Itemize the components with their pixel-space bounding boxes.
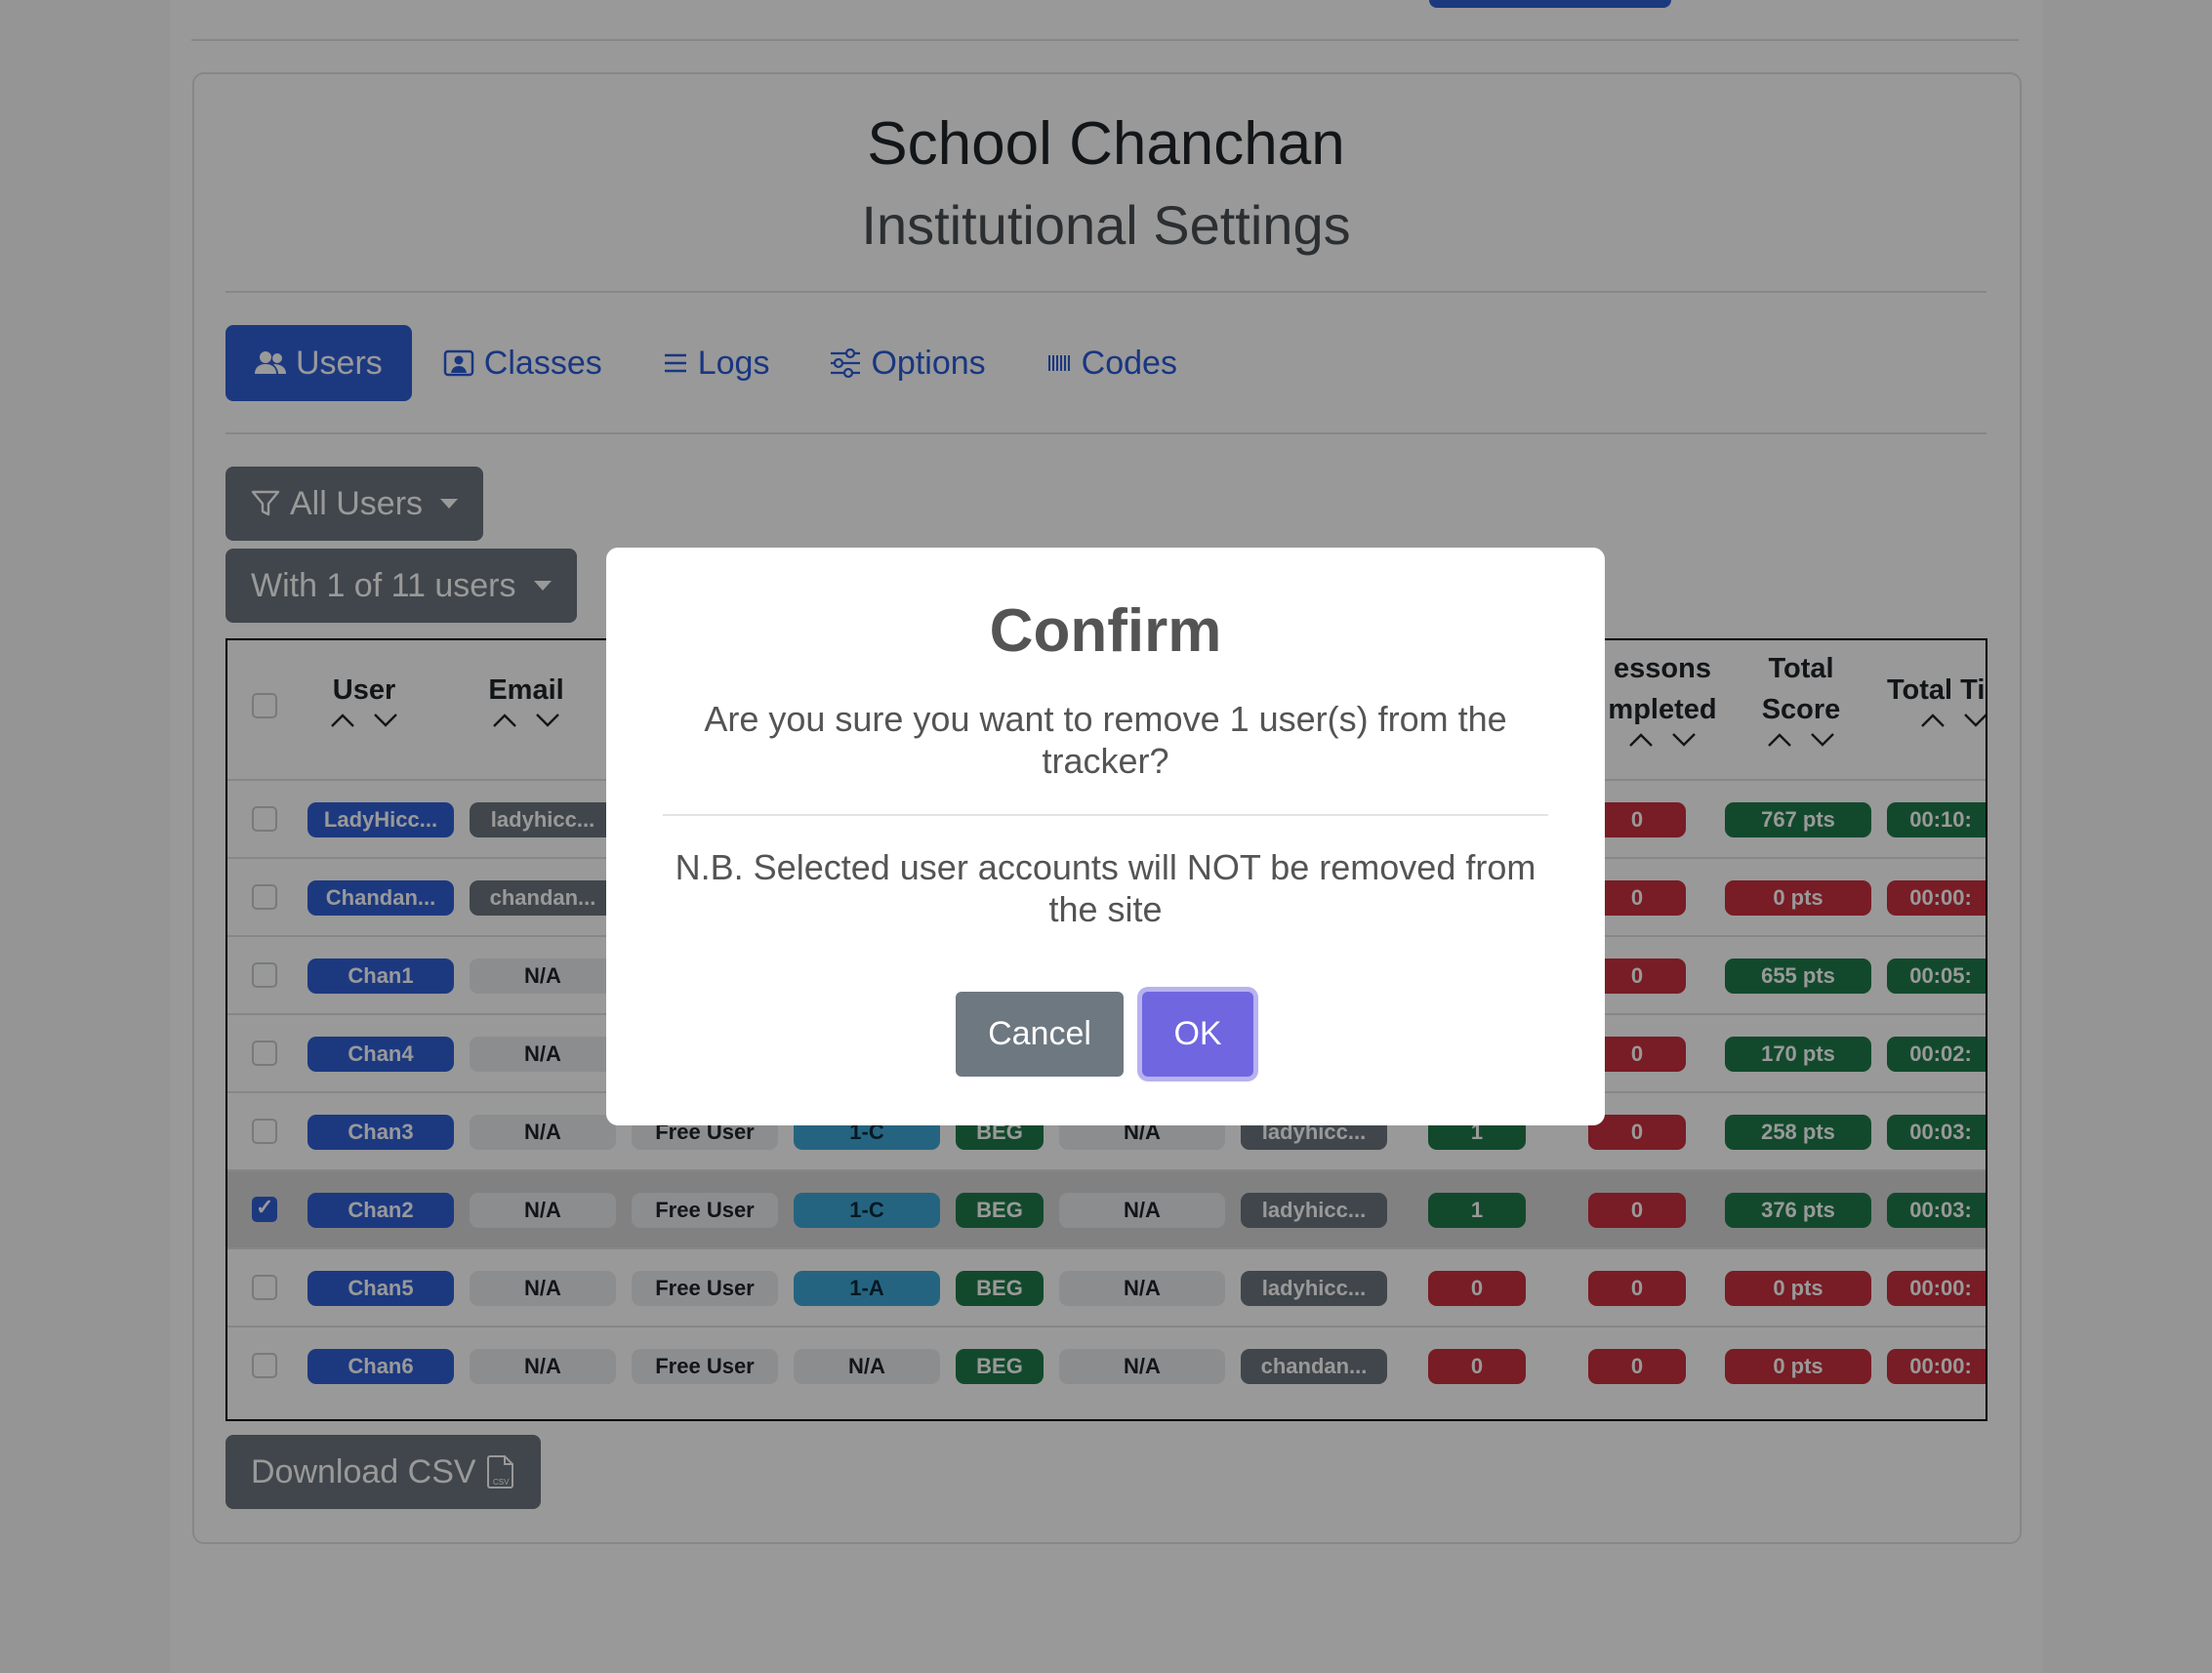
dialog-divider <box>663 814 1548 816</box>
dialog-note: N.B. Selected user accounts will NOT be … <box>675 847 1536 929</box>
confirm-dialog: Confirm Are you sure you want to remove … <box>606 548 1605 1125</box>
dialog-title: Confirm <box>989 597 1222 665</box>
dialog-question: Are you sure you want to remove 1 user(s… <box>704 699 1507 781</box>
cancel-button[interactable]: Cancel <box>956 992 1124 1077</box>
ok-button[interactable]: OK <box>1142 992 1253 1077</box>
